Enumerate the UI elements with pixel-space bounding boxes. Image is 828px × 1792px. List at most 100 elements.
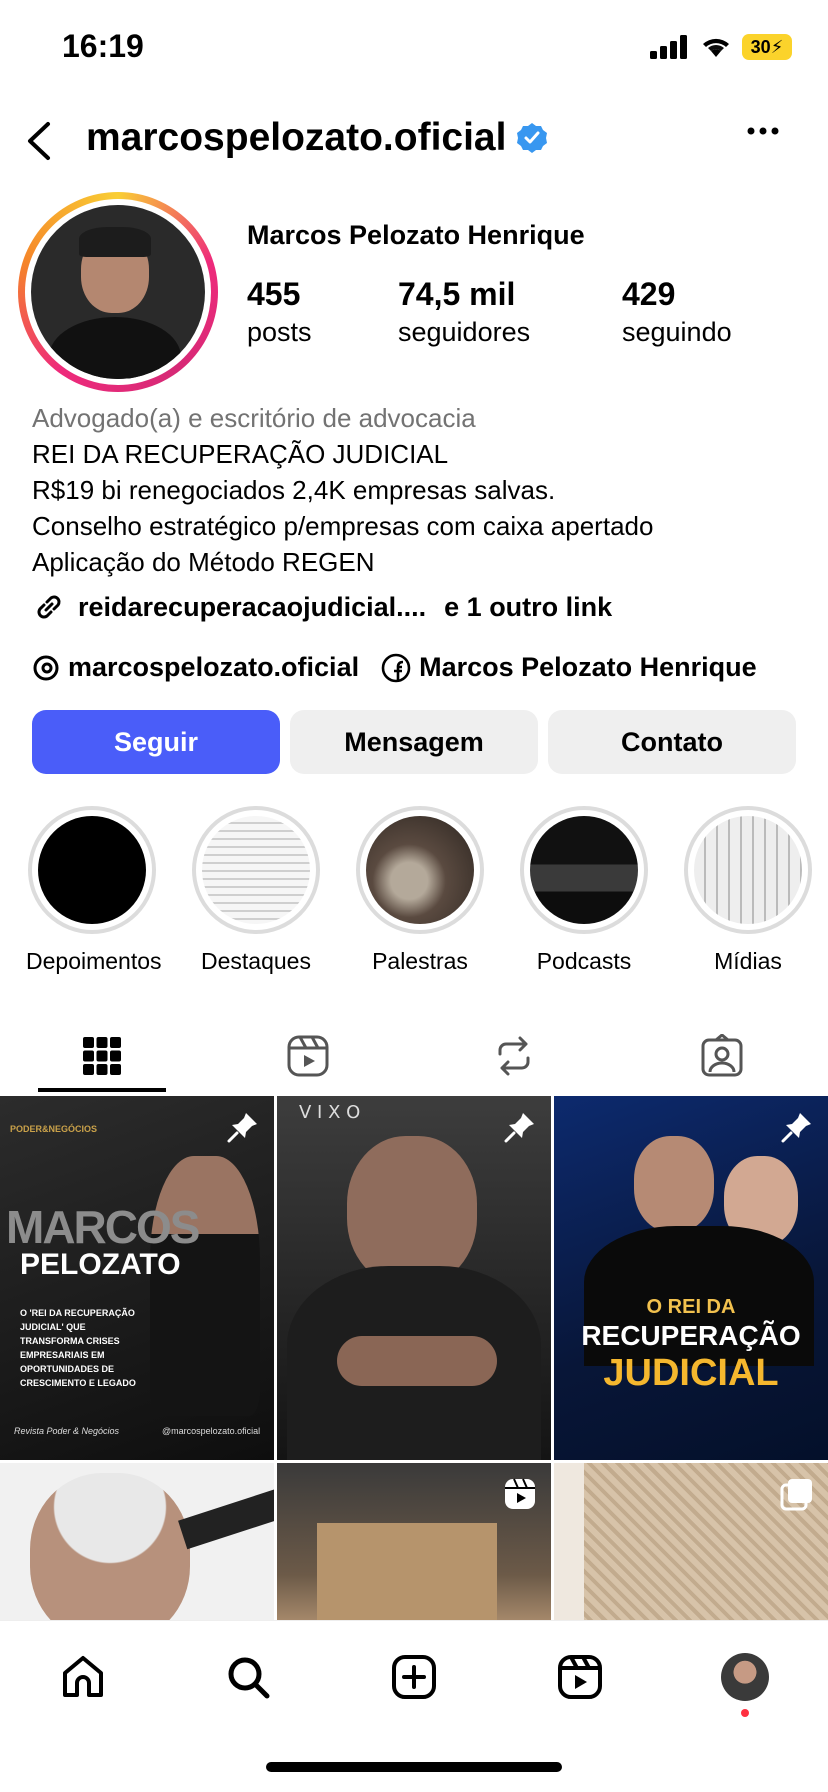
reels-icon bbox=[287, 1035, 329, 1077]
wifi-icon bbox=[703, 38, 729, 57]
create-post-icon[interactable] bbox=[390, 1653, 438, 1701]
post-portrait bbox=[150, 1156, 260, 1416]
facebook-link[interactable]: Marcos Pelozato Henrique bbox=[381, 652, 757, 683]
stat-following-label: seguindo bbox=[622, 317, 732, 347]
bio-line: Conselho estratégico p/empresas com caix… bbox=[32, 511, 654, 541]
threads-name: marcospelozato.oficial bbox=[68, 652, 360, 682]
highlight-midias[interactable]: Mídias bbox=[682, 806, 814, 975]
highlight-cover bbox=[38, 816, 146, 924]
tab-reposts[interactable] bbox=[430, 1018, 598, 1094]
grid-icon bbox=[83, 1037, 121, 1075]
highlight-cover bbox=[202, 816, 310, 924]
home-indicator bbox=[266, 1762, 562, 1772]
stat-followers-value: 74,5 mil bbox=[398, 276, 516, 312]
pin-icon bbox=[227, 1113, 257, 1143]
post-footer-left: Revista Poder & Negócios bbox=[14, 1426, 120, 1436]
post-title-1: MARCOS bbox=[6, 1201, 200, 1253]
highlight-label: Podcasts bbox=[536, 948, 632, 974]
stat-followers[interactable]: 74,5 mil seguidores bbox=[398, 276, 530, 348]
post-tile[interactable] bbox=[277, 1463, 551, 1623]
post-tile[interactable]: V I X O bbox=[277, 1096, 551, 1460]
post-tile[interactable]: O REI DA RECUPERAÇÃO JUDICIAL bbox=[554, 1096, 828, 1460]
stat-following[interactable]: 429 seguindo bbox=[622, 276, 732, 348]
verified-badge-icon bbox=[517, 123, 548, 153]
threads-icon bbox=[33, 655, 59, 680]
highlight-palestras[interactable]: Palestras bbox=[354, 806, 486, 975]
profile-nav-avatar[interactable] bbox=[721, 1652, 770, 1717]
battery-indicator: 30 ⚡ bbox=[742, 34, 792, 60]
highlight-cover bbox=[694, 816, 802, 924]
bottom-nav bbox=[0, 1620, 828, 1732]
stat-followers-label: seguidores bbox=[398, 317, 531, 347]
back-arrow-icon[interactable] bbox=[24, 120, 54, 162]
profile-category: Advogado(a) e escritório de advocacia bbox=[32, 403, 476, 433]
post-tile[interactable] bbox=[554, 1463, 828, 1623]
facebook-name: Marcos Pelozato Henrique bbox=[419, 652, 757, 682]
post-footer-right: @marcospelozato.oficial bbox=[162, 1426, 261, 1436]
charging-icon: ⚡ bbox=[770, 36, 784, 57]
pin-icon bbox=[504, 1113, 534, 1143]
highlight-cover bbox=[530, 816, 638, 924]
repost-icon bbox=[498, 1036, 530, 1076]
bio: Advogado(a) e escritório de advocacia RE… bbox=[32, 400, 792, 580]
tab-grid[interactable] bbox=[18, 1018, 186, 1094]
highlight-label: Palestras bbox=[372, 948, 468, 974]
post-caption-big: JUDICIAL bbox=[603, 1352, 779, 1394]
follow-button[interactable]: Seguir bbox=[32, 710, 280, 774]
bio-line: REI DA RECUPERAÇÃO JUDICIAL bbox=[32, 439, 449, 469]
bio-link-more[interactable]: e 1 outro link bbox=[444, 592, 612, 623]
stat-posts-value: 455 bbox=[247, 276, 301, 312]
search-icon[interactable] bbox=[224, 1653, 272, 1701]
profile-nav-photo bbox=[721, 1652, 770, 1701]
signal-icon bbox=[650, 35, 687, 59]
reel-icon bbox=[505, 1478, 535, 1509]
post-face-1 bbox=[634, 1136, 714, 1232]
post-caption-mid: RECUPERAÇÃO bbox=[581, 1320, 801, 1351]
post-title-2: PELOZATO bbox=[20, 1248, 181, 1281]
tab-reels[interactable] bbox=[224, 1018, 392, 1094]
bio-links[interactable]: reidarecuperacaojudicial.... e 1 outro l… bbox=[32, 590, 612, 624]
post-edge bbox=[554, 1463, 584, 1623]
post-brand: PODER&NEGÓCIOS bbox=[10, 1124, 98, 1134]
message-button[interactable]: Mensagem bbox=[290, 710, 538, 774]
notification-dot bbox=[741, 1708, 750, 1717]
full-name: Marcos Pelozato Henrique bbox=[247, 220, 585, 250]
highlight-podcasts[interactable]: Podcasts bbox=[518, 806, 650, 975]
contact-button[interactable]: Contato bbox=[548, 710, 796, 774]
highlight-label: Mídias bbox=[714, 948, 782, 974]
highlight-destaques[interactable]: Destaques bbox=[190, 806, 322, 975]
highlight-cover bbox=[366, 816, 474, 924]
post-tile[interactable] bbox=[0, 1463, 274, 1623]
stat-posts-label: posts bbox=[247, 317, 312, 347]
highlight-depoimentos[interactable]: Depoimentos bbox=[26, 806, 162, 975]
post-shape bbox=[178, 1486, 274, 1550]
stat-following-value: 429 bbox=[622, 276, 676, 312]
link-icon bbox=[37, 595, 61, 619]
facebook-icon bbox=[381, 653, 411, 682]
more-options-icon[interactable] bbox=[746, 126, 780, 136]
status-icons: 30 ⚡ bbox=[650, 34, 792, 60]
post-text: O 'REI DA RECUPERAÇÃO JUDICIAL' QUE TRAN… bbox=[20, 1308, 136, 1388]
bio-link-text[interactable]: reidarecuperacaojudicial.... bbox=[78, 592, 426, 623]
handle-text: marcospelozato.oficial bbox=[86, 116, 507, 159]
status-time: 16:19 bbox=[62, 28, 144, 64]
home-icon[interactable] bbox=[59, 1653, 107, 1701]
post-tile[interactable]: PODER&NEGÓCIOS MARCOS PELOZATO O 'REI DA… bbox=[0, 1096, 274, 1460]
social-links: marcospelozato.oficial Marcos Pelozato H… bbox=[32, 652, 757, 683]
post-caption-small: O REI DA bbox=[646, 1296, 736, 1318]
tagged-icon bbox=[701, 1034, 743, 1077]
post-face bbox=[347, 1136, 477, 1286]
post-boxes bbox=[317, 1523, 497, 1623]
highlight-label: Destaques bbox=[201, 948, 311, 974]
bio-line: R$19 bi renegociados 2,4K empresas salva… bbox=[32, 475, 556, 505]
profile-avatar[interactable] bbox=[18, 192, 218, 392]
post-brand: V I X O bbox=[299, 1102, 361, 1123]
tab-tagged[interactable] bbox=[638, 1018, 806, 1094]
highlight-label: Depoimentos bbox=[26, 948, 162, 974]
post-face bbox=[30, 1473, 190, 1623]
post-hands bbox=[337, 1336, 497, 1386]
reels-nav-icon[interactable] bbox=[556, 1653, 604, 1701]
profile-handle: marcospelozato.oficial bbox=[86, 116, 548, 160]
threads-link[interactable]: marcospelozato.oficial bbox=[32, 652, 359, 683]
stat-posts[interactable]: 455 posts bbox=[247, 276, 312, 348]
